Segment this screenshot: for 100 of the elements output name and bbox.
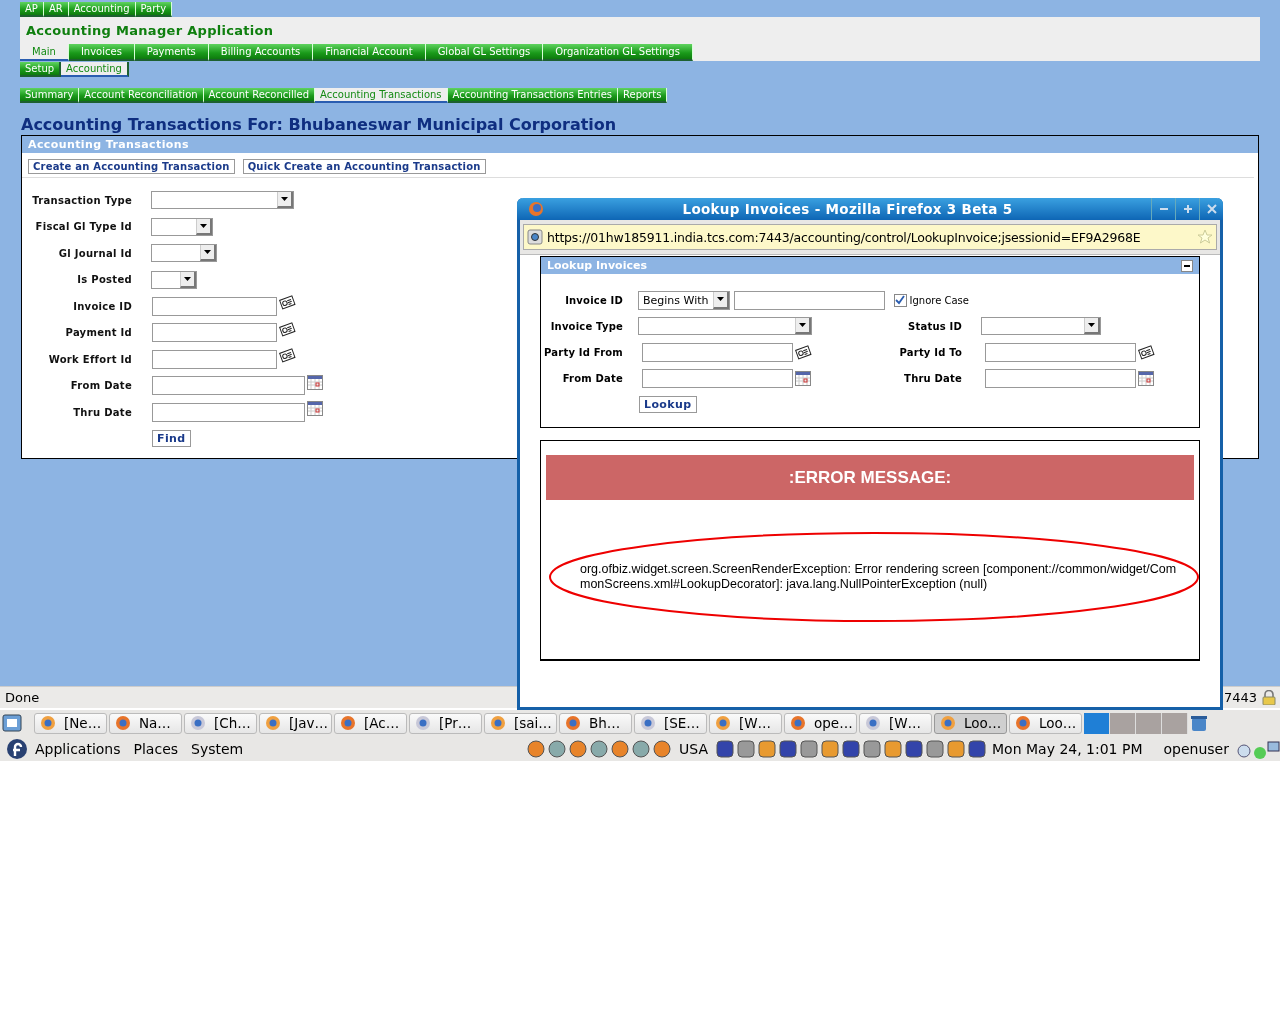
taskbar-button[interactable]: [Ch… xyxy=(184,712,257,734)
taskbar-button[interactable]: [Pr… xyxy=(409,712,482,734)
card-icon[interactable] xyxy=(279,321,296,337)
tray-icon[interactable] xyxy=(526,738,547,759)
operator-dropdown[interactable]: Begins With xyxy=(638,290,730,310)
app-icon xyxy=(40,715,56,731)
taskbar-button[interactable]: Loo… xyxy=(934,712,1007,734)
input-field[interactable] xyxy=(985,342,1136,362)
address-bar[interactable]: https://01hw185911.india.tcs.com:7443/accounting/control/LookupInvoice;jsessionid=EF9A2968E xyxy=(523,224,1217,250)
calendar-icon[interactable] xyxy=(795,370,811,386)
card-icon[interactable] xyxy=(1138,344,1155,360)
lookup-button[interactable]: Lookup xyxy=(639,395,697,413)
section-tab[interactable]: Account Reconciliation xyxy=(79,88,204,103)
input-field[interactable] xyxy=(642,368,793,388)
find-button[interactable]: Find xyxy=(152,430,191,448)
tray-icon[interactable] xyxy=(841,738,861,759)
app-title: Accounting Manager Application xyxy=(25,23,275,40)
workspace-switcher[interactable] xyxy=(1084,712,1188,734)
input-field[interactable] xyxy=(985,368,1136,388)
taskbar-button[interactable]: [Ac… xyxy=(334,712,407,734)
taskbar-button[interactable]: [Ne… xyxy=(34,712,107,734)
keyboard-layout[interactable]: USA xyxy=(673,740,714,757)
field-label: Invoice Type xyxy=(549,320,624,332)
taskbar-button[interactable]: [Jav… xyxy=(259,712,332,734)
dropdown[interactable] xyxy=(151,191,294,210)
taskbar-button[interactable]: [W… xyxy=(709,712,782,734)
taskbar-button[interactable]: [sai… xyxy=(484,712,557,734)
tray-icon[interactable] xyxy=(652,738,673,759)
input-field[interactable] xyxy=(733,290,885,310)
taskbar-button[interactable]: [W… xyxy=(859,712,932,734)
app-icon xyxy=(865,715,881,731)
checkbox-label: Ignore Case xyxy=(909,294,969,306)
tray-icon[interactable] xyxy=(778,738,798,759)
main-tab[interactable]: Financial Account xyxy=(313,44,426,61)
tray-icon[interactable] xyxy=(568,738,589,759)
field-label: Party Id To xyxy=(898,346,963,358)
tray-icon[interactable] xyxy=(967,738,987,759)
tray-icon[interactable] xyxy=(904,738,924,759)
tray-icon[interactable] xyxy=(610,738,631,759)
card-icon[interactable] xyxy=(795,344,812,360)
input-field[interactable] xyxy=(152,296,277,316)
tray-icon[interactable] xyxy=(631,738,652,759)
section-tab[interactable]: Accounting Transactions xyxy=(315,88,448,103)
action-link[interactable]: Quick Create an Accounting Transaction xyxy=(242,159,486,174)
field-label: From Date xyxy=(69,380,133,392)
panel-menu[interactable]: Places xyxy=(127,740,185,757)
tray-icon[interactable] xyxy=(589,738,610,759)
card-icon[interactable] xyxy=(279,348,296,363)
input-field[interactable] xyxy=(152,323,277,343)
taskbar-button[interactable]: [SE… xyxy=(634,712,707,734)
app-icon xyxy=(190,715,206,731)
input-field[interactable] xyxy=(152,402,305,422)
field-label: From Date xyxy=(561,372,624,384)
dropdown[interactable] xyxy=(151,270,197,289)
calendar-icon[interactable] xyxy=(307,401,323,416)
calendar-icon[interactable] xyxy=(1138,370,1154,386)
panel-menu[interactable]: Applications xyxy=(29,740,127,757)
tray-icon[interactable] xyxy=(799,738,819,759)
tray-icon[interactable] xyxy=(946,738,966,759)
tray-icon[interactable] xyxy=(757,738,777,759)
field-label: Party Id From xyxy=(543,346,624,358)
network-icon[interactable] xyxy=(1236,738,1280,759)
tray-icon[interactable] xyxy=(883,738,903,759)
main-tab[interactable]: Main xyxy=(20,44,69,61)
sub-tab[interactable]: Accounting xyxy=(61,62,129,77)
clock[interactable]: Mon May 24, 1:01 PM xyxy=(988,740,1149,757)
taskbar-button[interactable]: Na… xyxy=(109,712,182,734)
dropdown[interactable] xyxy=(151,244,217,263)
taskbar-button[interactable]: Loo… xyxy=(1009,712,1082,734)
input-field[interactable] xyxy=(642,342,793,362)
collapse-button[interactable] xyxy=(1181,259,1193,272)
app-icon xyxy=(790,715,806,731)
tray-icon[interactable] xyxy=(820,738,840,759)
taskbar-button[interactable]: ope… xyxy=(784,712,857,734)
fedora-logo-icon[interactable] xyxy=(6,737,28,760)
action-link[interactable]: Create an Accounting Transaction xyxy=(28,159,235,174)
panel-menu[interactable]: System xyxy=(185,740,250,757)
star-icon[interactable] xyxy=(1197,229,1213,245)
calendar-icon[interactable] xyxy=(307,374,323,390)
dropdown[interactable] xyxy=(151,217,213,236)
app-icon xyxy=(265,715,281,731)
card-icon[interactable] xyxy=(279,295,296,310)
tray-icon[interactable] xyxy=(715,738,735,759)
taskbar-button[interactable]: Bh… xyxy=(559,712,632,734)
show-desktop-icon[interactable] xyxy=(2,713,22,733)
app-icon xyxy=(565,715,581,731)
error-message: org.ofbiz.widget.screen.ScreenRenderException: Error rendering screen [component://common/widget/CommonScreens.xml#LookupDecorator]: java.lang.NullPointerException (null) xyxy=(579,562,1178,592)
tray-icon[interactable] xyxy=(862,738,882,759)
trash-icon[interactable] xyxy=(1190,714,1208,732)
dropdown[interactable] xyxy=(981,317,1101,335)
tray-icon[interactable] xyxy=(925,738,945,759)
app-icon xyxy=(415,715,431,731)
tray-icon[interactable] xyxy=(547,738,568,759)
input-field[interactable] xyxy=(152,376,305,396)
dropdown[interactable] xyxy=(638,317,812,335)
field-label: Status ID xyxy=(907,320,963,332)
tray-icon[interactable] xyxy=(736,738,756,759)
user-name[interactable]: openuser xyxy=(1149,740,1235,757)
checkbox[interactable] xyxy=(893,293,907,307)
input-field[interactable] xyxy=(152,349,277,369)
